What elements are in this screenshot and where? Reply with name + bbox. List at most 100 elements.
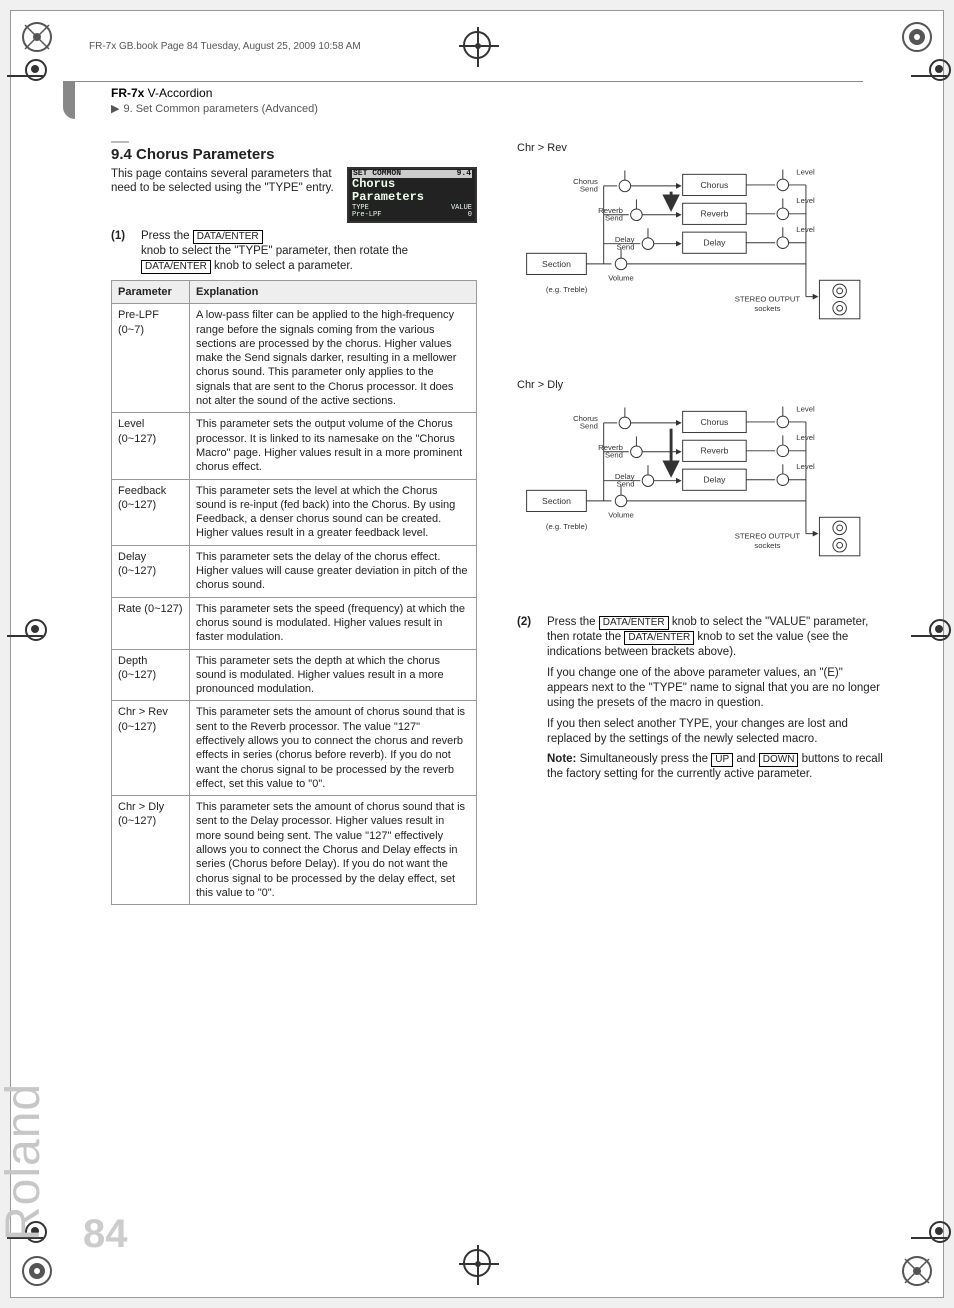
th-explanation: Explanation bbox=[190, 280, 477, 303]
breadcrumb-text: 9. Set Common parameters (Advanced) bbox=[123, 103, 317, 115]
deco-tr bbox=[899, 19, 935, 55]
table-row: Chr > Dly (0~127)This parameter sets the… bbox=[112, 796, 477, 905]
diagram-1-title: Chr > Rev bbox=[517, 141, 883, 155]
lbl-level-1: Level bbox=[796, 168, 815, 177]
param-name: Rate (0~127) bbox=[112, 597, 190, 649]
param-name: Delay (0~127) bbox=[112, 545, 190, 597]
up-key: UP bbox=[711, 753, 733, 767]
lbl-section: Section bbox=[542, 259, 571, 269]
lbl-delay: Delay bbox=[703, 238, 726, 248]
s2-p2: If you change one of the above parameter… bbox=[547, 666, 883, 711]
sidemark-right-bot bbox=[911, 1233, 947, 1245]
step-1-text: Press the DATA/ENTER knob to select the … bbox=[141, 229, 477, 274]
step-1: (1) Press the DATA/ENTER knob to select … bbox=[111, 229, 477, 274]
svg-text:sockets: sockets bbox=[754, 304, 780, 313]
svg-text:Send: Send bbox=[580, 185, 598, 194]
deco-bl bbox=[19, 1253, 55, 1289]
parameter-table: Parameter Explanation Pre-LPF (0~7)A low… bbox=[111, 280, 477, 905]
section-title: 9.4 Chorus Parameters bbox=[111, 145, 477, 165]
svg-text:Chorus: Chorus bbox=[700, 417, 729, 427]
s1-a: Press the bbox=[141, 230, 193, 242]
param-name: Chr > Dly (0~127) bbox=[112, 796, 190, 905]
data-enter-key-2: DATA/ENTER bbox=[141, 260, 211, 274]
param-explanation: This parameter sets the amount of chorus… bbox=[190, 796, 477, 905]
param-explanation: This parameter sets the delay of the cho… bbox=[190, 545, 477, 597]
diagram-chr-rev: Chr > Rev Section (e.g. Treble) bbox=[517, 141, 883, 350]
table-row: Level (0~127)This parameter sets the out… bbox=[112, 413, 477, 479]
step-2-text: Press the DATA/ENTER knob to select the … bbox=[547, 615, 883, 783]
step-1-num: (1) bbox=[111, 229, 133, 274]
svg-text:Level: Level bbox=[796, 405, 815, 414]
svg-text:STEREO OUTPUT: STEREO OUTPUT bbox=[735, 532, 801, 541]
note-label: Note: bbox=[547, 753, 576, 765]
svg-text:STEREO OUTPUT: STEREO OUTPUT bbox=[735, 295, 801, 304]
data-enter-key: DATA/ENTER bbox=[193, 230, 263, 244]
svg-text:Volume: Volume bbox=[608, 510, 634, 519]
brand-watermark: Roland bbox=[0, 1083, 51, 1241]
svg-text:Send: Send bbox=[617, 480, 635, 489]
lcd-screenshot: SET COMMON9.4 Chorus Parameters TYPEVALU… bbox=[347, 167, 477, 224]
table-row: Feedback (0~127)This parameter sets the … bbox=[112, 479, 477, 545]
signal-flow-svg-1: Section (e.g. Treble) Volume Choru bbox=[517, 157, 883, 350]
svg-text:Delay: Delay bbox=[703, 475, 726, 485]
th-parameter: Parameter bbox=[112, 280, 190, 303]
param-explanation: This parameter sets the level at which t… bbox=[190, 479, 477, 545]
deco-br bbox=[899, 1253, 935, 1289]
regmark-bottom bbox=[463, 1249, 491, 1277]
page-header: FR-7x V-Accordion ▶9. Set Common paramet… bbox=[63, 81, 863, 119]
breadcrumb: ▶9. Set Common parameters (Advanced) bbox=[111, 102, 863, 115]
lbl-reverb: Reverb bbox=[700, 209, 728, 219]
step-2-num: (2) bbox=[517, 615, 539, 783]
s2-p3: If you then select another TYPE, your ch… bbox=[547, 717, 883, 747]
s2-note: Note: Simultaneously press the UP and DO… bbox=[547, 752, 883, 782]
left-column: 9.4 Chorus Parameters This page contains… bbox=[111, 141, 477, 1237]
param-explanation: This parameter sets the output volume of… bbox=[190, 413, 477, 479]
table-head-row: Parameter Explanation bbox=[112, 280, 477, 303]
svg-text:Send: Send bbox=[605, 214, 623, 223]
param-explanation: This parameter sets the amount of chorus… bbox=[190, 701, 477, 796]
lcd-l3: Parameters bbox=[352, 191, 472, 204]
sidemark-left-mid bbox=[7, 631, 43, 643]
param-explanation: A low-pass filter can be applied to the … bbox=[190, 304, 477, 413]
page-number: 84 bbox=[83, 1212, 128, 1257]
data-enter-key-3: DATA/ENTER bbox=[599, 616, 669, 630]
table-row: Chr > Rev (0~127)This parameter sets the… bbox=[112, 701, 477, 796]
product-bold: FR-7x bbox=[111, 86, 144, 100]
regmark-top bbox=[463, 31, 491, 59]
table-row: Delay (0~127)This parameter sets the del… bbox=[112, 545, 477, 597]
param-name: Chr > Rev (0~127) bbox=[112, 701, 190, 796]
product-rest: V-Accordion bbox=[144, 86, 212, 100]
product-title: FR-7x V-Accordion bbox=[111, 86, 863, 100]
table-row: Rate (0~127)This parameter sets the spee… bbox=[112, 597, 477, 649]
svg-text:Reverb: Reverb bbox=[700, 446, 728, 456]
diagram-chr-dly: Chr > Dly Section (e.g. Treble) Volume C… bbox=[517, 378, 883, 587]
sidemark-right-top bbox=[911, 71, 947, 83]
page: FR-7x GB.book Page 84 Tuesday, August 25… bbox=[10, 10, 944, 1298]
lbl-section-eg: (e.g. Treble) bbox=[546, 285, 588, 294]
svg-text:sockets: sockets bbox=[754, 541, 780, 550]
data-enter-key-4: DATA/ENTER bbox=[624, 631, 694, 645]
sidemark-right-mid bbox=[911, 631, 947, 643]
param-name: Pre-LPF (0~7) bbox=[112, 304, 190, 413]
sidemark-left-top bbox=[7, 71, 43, 83]
intro-text: This page contains several parameters th… bbox=[111, 167, 335, 224]
running-head: FR-7x GB.book Page 84 Tuesday, August 25… bbox=[89, 41, 361, 52]
step-2: (2) Press the DATA/ENTER knob to select … bbox=[517, 615, 883, 783]
svg-text:Send: Send bbox=[605, 451, 623, 460]
param-explanation: This parameter sets the speed (frequency… bbox=[190, 597, 477, 649]
intro-block: This page contains several parameters th… bbox=[111, 167, 477, 224]
lcd-bar-right: 9.4 bbox=[457, 170, 471, 179]
svg-text:Section: Section bbox=[542, 496, 571, 506]
param-explanation: This parameter sets the depth at which t… bbox=[190, 649, 477, 701]
h2-rule bbox=[111, 141, 129, 143]
s1-c: knob to select a parameter. bbox=[211, 260, 353, 272]
table-row: Depth (0~127)This parameter sets the dep… bbox=[112, 649, 477, 701]
deco-tl bbox=[19, 19, 55, 55]
lbl-chorus: Chorus bbox=[700, 180, 729, 190]
svg-text:(e.g. Treble): (e.g. Treble) bbox=[546, 522, 588, 531]
table-row: Pre-LPF (0~7)A low-pass filter can be ap… bbox=[112, 304, 477, 413]
signal-flow-svg-2: Section (e.g. Treble) Volume ChorusSend … bbox=[517, 394, 883, 587]
note-b: and bbox=[733, 753, 759, 765]
down-key: DOWN bbox=[759, 753, 799, 767]
lcd-l5b: 0 bbox=[468, 212, 472, 220]
